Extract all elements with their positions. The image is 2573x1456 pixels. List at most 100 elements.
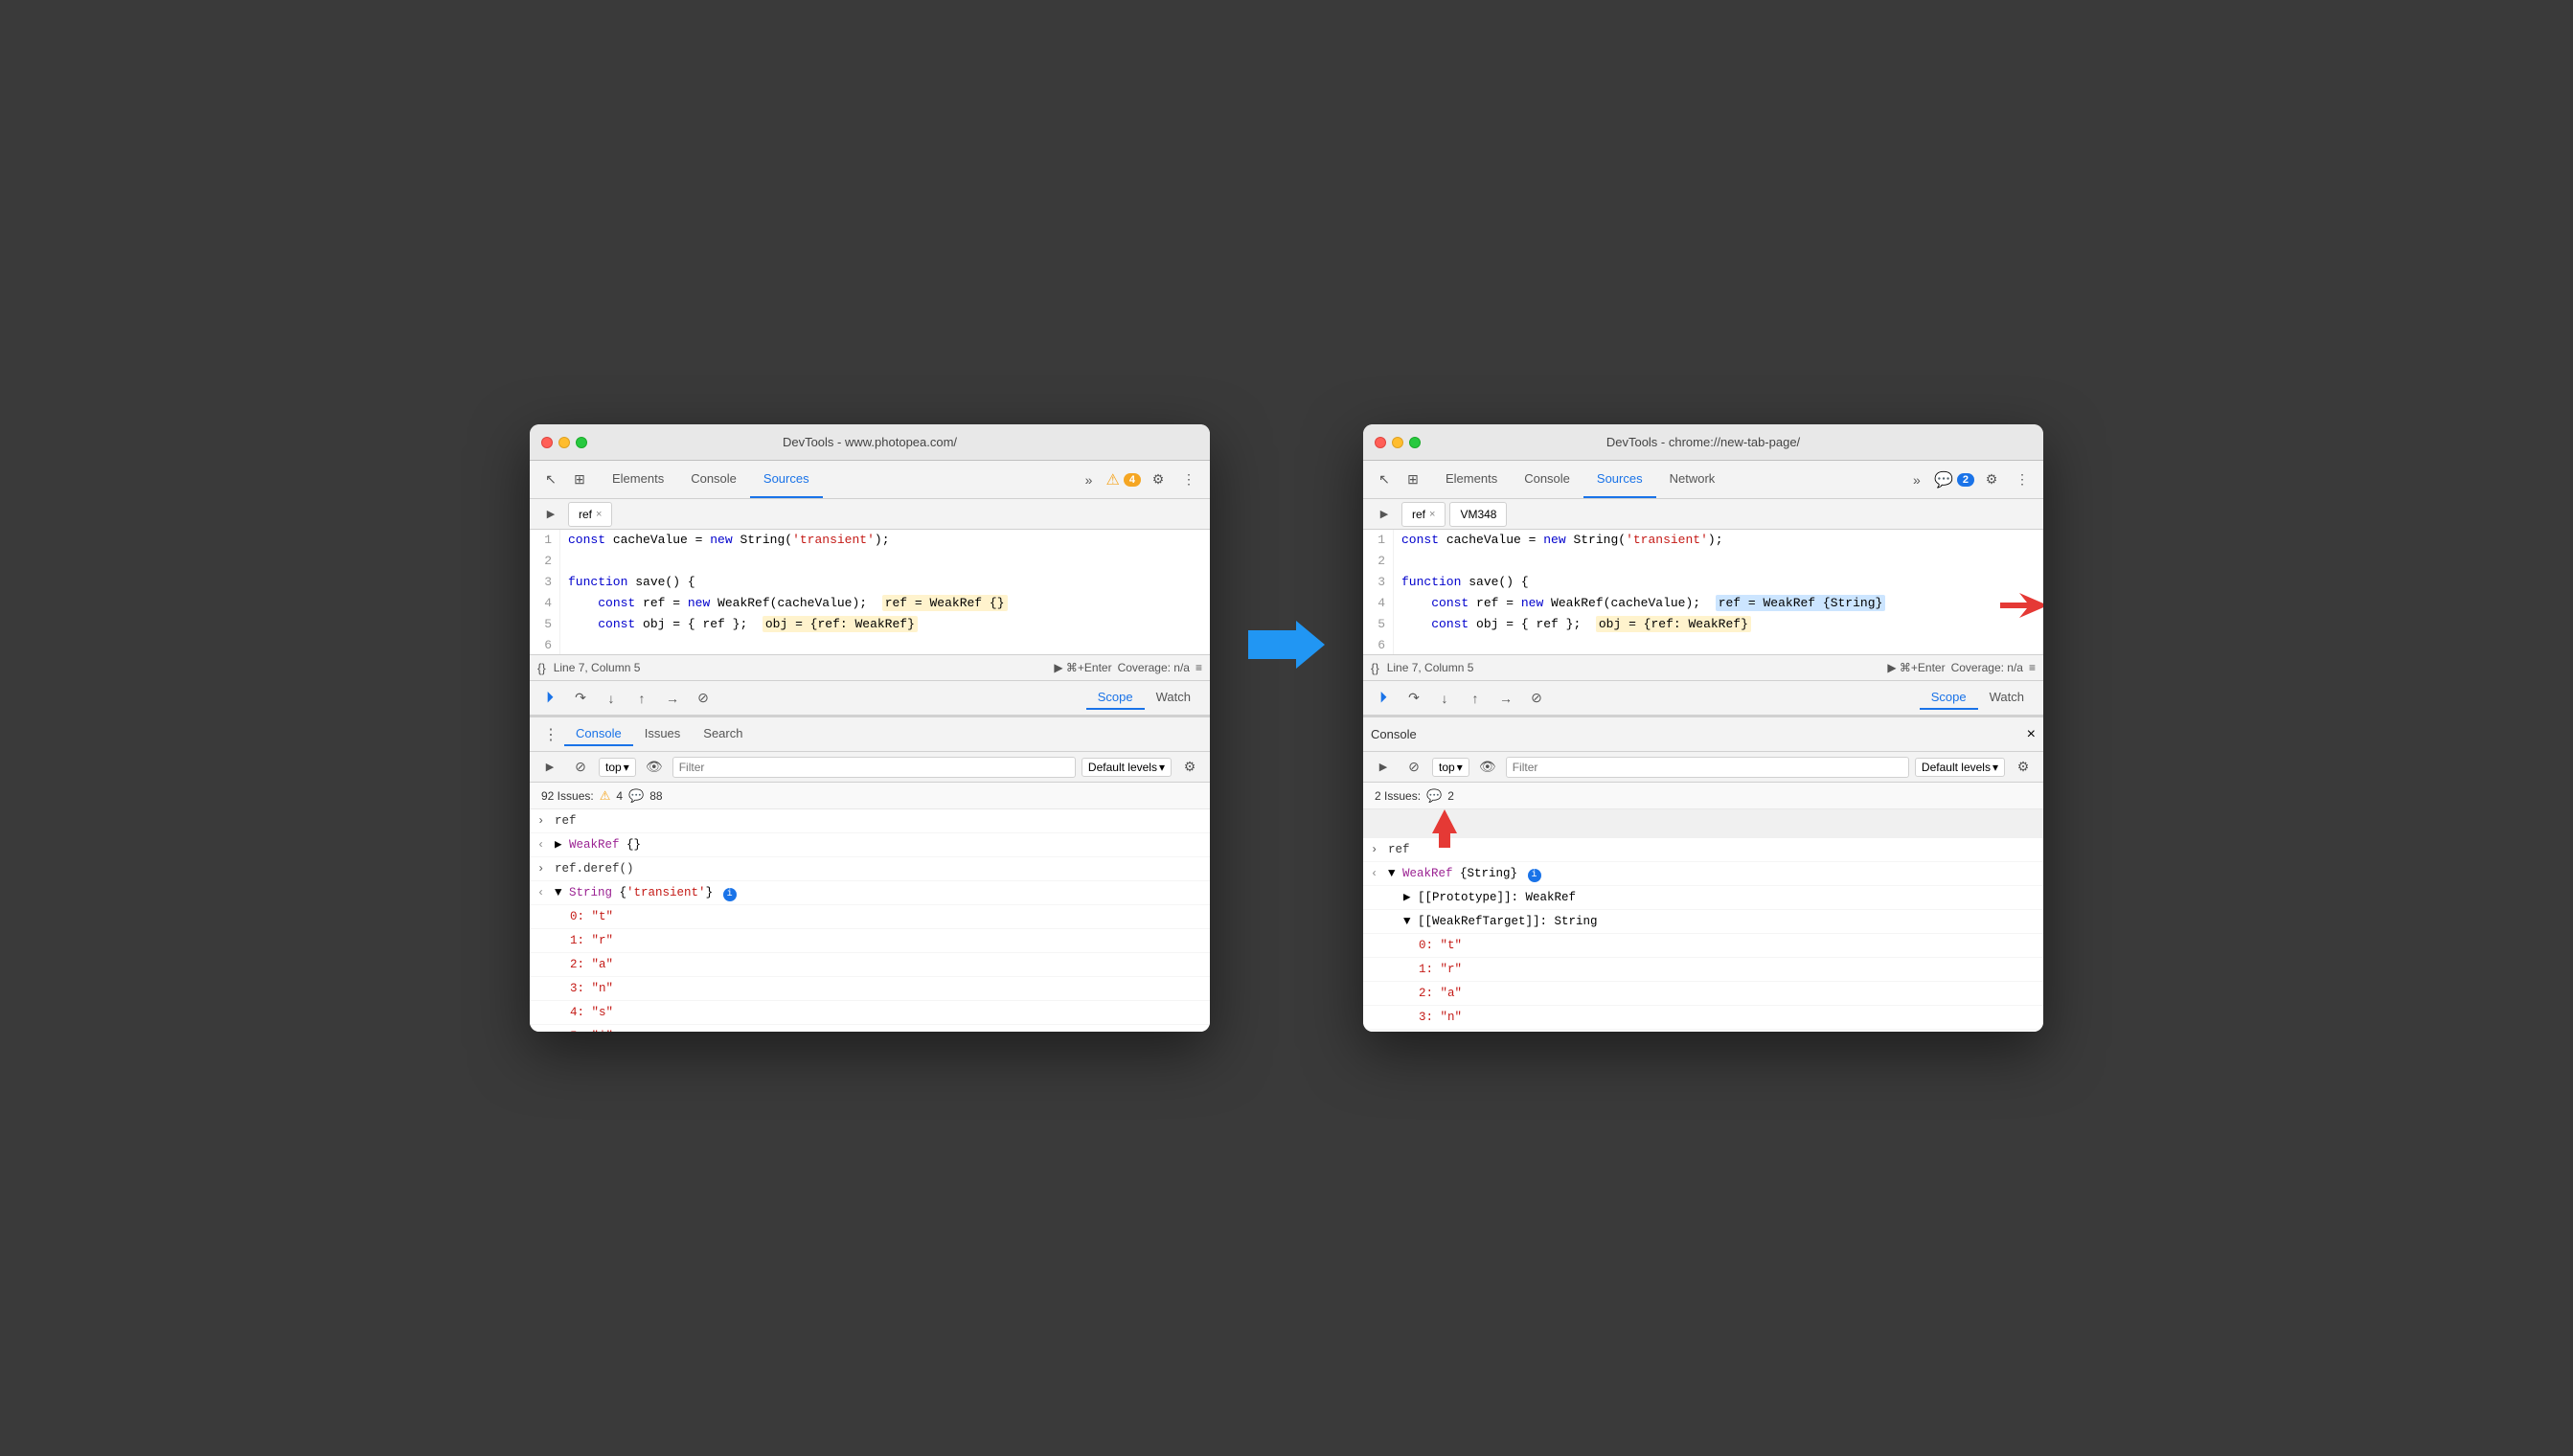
right-console-close[interactable]: × bbox=[2027, 726, 2036, 743]
right-minimize-button[interactable] bbox=[1392, 437, 1403, 448]
right-toolbar-tabs: Elements Console Sources Network bbox=[1432, 461, 1728, 498]
left-cursor-icon[interactable]: ↖ bbox=[537, 466, 564, 493]
left-close-button[interactable] bbox=[541, 437, 553, 448]
right-watch-tab[interactable]: Watch bbox=[1978, 686, 2036, 710]
right-run-icon[interactable]: ▶ bbox=[1371, 501, 1398, 528]
left-step-out-btn[interactable]: ↑ bbox=[629, 686, 654, 711]
left-console-line-2: ‹ ▶ WeakRef {} bbox=[530, 833, 1210, 857]
left-maximize-button[interactable] bbox=[576, 437, 587, 448]
right-console-clear-btn[interactable]: ⊘ bbox=[1401, 755, 1426, 780]
left-console-gear-btn[interactable]: ⚙ bbox=[1177, 755, 1202, 780]
tab-console-right[interactable]: Console bbox=[1511, 461, 1583, 498]
left-console-toolbar: ▶ ⊘ top ▾ 👁 Default levels ▾ ⚙ bbox=[530, 752, 1210, 783]
left-devtools-window: DevTools - www.photopea.com/ ↖ ⊞ Element… bbox=[530, 424, 1210, 1032]
left-badge-warning: 4 bbox=[1124, 473, 1141, 487]
left-scope-tab[interactable]: Scope bbox=[1086, 686, 1145, 710]
code-line-2-left: 2 bbox=[530, 551, 1210, 572]
left-file-tab-ref[interactable]: ref × bbox=[568, 502, 612, 527]
right-step-out-btn[interactable]: ↑ bbox=[1463, 686, 1488, 711]
left-run-icon[interactable]: ▶ bbox=[537, 501, 564, 528]
right-run-btn[interactable]: ▶ ⌘+Enter bbox=[1887, 661, 1945, 674]
left-console-line-5: 0: "t" bbox=[530, 905, 1210, 929]
right-file-tab-ref[interactable]: ref × bbox=[1401, 502, 1446, 527]
right-more-tabs-icon[interactable]: » bbox=[1903, 466, 1930, 493]
left-issues-bar: 92 Issues: ⚠ 4 💬 88 bbox=[530, 783, 1210, 809]
right-maximize-button[interactable] bbox=[1409, 437, 1421, 448]
right-debug-tabs: Scope Watch bbox=[1920, 686, 2036, 710]
right-eye-btn[interactable]: 👁 bbox=[1475, 755, 1500, 780]
left-levels-dropdown[interactable]: Default levels ▾ bbox=[1082, 758, 1172, 777]
right-gear-icon[interactable]: ⚙ bbox=[1978, 466, 2005, 493]
right-close-button[interactable] bbox=[1375, 437, 1386, 448]
left-more-tabs-icon[interactable]: » bbox=[1076, 466, 1103, 493]
left-run-btn[interactable]: ▶ ⌘+Enter bbox=[1054, 661, 1111, 674]
left-step-into-btn[interactable]: ↓ bbox=[599, 686, 624, 711]
right-kebab-icon[interactable]: ⋮ bbox=[2009, 466, 2036, 493]
left-dot-menu[interactable]: ⋮ bbox=[537, 721, 564, 748]
tab-console-left[interactable]: Console bbox=[677, 461, 750, 498]
right-levels-dropdown[interactable]: Default levels ▾ bbox=[1915, 758, 2005, 777]
code-line-5-left: 5 const obj = { ref }; obj = {ref: WeakR… bbox=[530, 614, 1210, 635]
left-filter-input[interactable] bbox=[672, 757, 1076, 778]
right-console-run-btn[interactable]: ▶ bbox=[1371, 755, 1396, 780]
right-issues-bar: 2 Issues: 💬 2 bbox=[1363, 783, 2043, 809]
right-file-tab-close[interactable]: × bbox=[1429, 509, 1435, 520]
left-console-line-8: 3: "n" bbox=[530, 977, 1210, 1001]
left-watch-tab[interactable]: Watch bbox=[1145, 686, 1202, 710]
left-bottom-panel: ⋮ Console Issues Search ▶ ⊘ top ▾ 👁 Defa… bbox=[530, 716, 1210, 1032]
right-code-area: 1 const cacheValue = new String('transie… bbox=[1363, 530, 2043, 654]
tab-sources-right[interactable]: Sources bbox=[1583, 461, 1656, 498]
left-console-tab[interactable]: Console bbox=[564, 722, 633, 746]
right-layers-icon[interactable]: ⊞ bbox=[1400, 466, 1426, 493]
right-title-bar: DevTools - chrome://new-tab-page/ bbox=[1363, 424, 2043, 461]
right-wrap-icon[interactable]: ≡ bbox=[2029, 661, 2036, 674]
right-step-btn[interactable]: → bbox=[1493, 686, 1518, 711]
right-step-over-btn[interactable]: ↷ bbox=[1401, 686, 1426, 711]
right-badge-info: 2 bbox=[1957, 473, 1974, 487]
left-layers-icon[interactable]: ⊞ bbox=[566, 466, 593, 493]
right-scope-tab[interactable]: Scope bbox=[1920, 686, 1978, 710]
right-deactivate-btn[interactable]: ⊘ bbox=[1524, 686, 1549, 711]
right-top-dropdown[interactable]: top ▾ bbox=[1432, 758, 1469, 777]
left-top-dropdown[interactable]: top ▾ bbox=[599, 758, 636, 777]
code-line-3-right: 3 function save() { bbox=[1363, 572, 2043, 593]
right-console-line-2: ‹ ▼ WeakRef {String} i bbox=[1363, 862, 2043, 886]
right-coverage: Coverage: n/a bbox=[1951, 661, 2023, 674]
left-kebab-icon[interactable]: ⋮ bbox=[1175, 466, 1202, 493]
right-console-gear-btn[interactable]: ⚙ bbox=[2011, 755, 2036, 780]
left-file-tab-close[interactable]: × bbox=[596, 509, 602, 520]
right-devtools-toolbar: ↖ ⊞ Elements Console Sources Network » bbox=[1363, 461, 2043, 499]
left-gear-icon[interactable]: ⚙ bbox=[1145, 466, 1172, 493]
tab-network-right[interactable]: Network bbox=[1656, 461, 1729, 498]
right-resume-btn[interactable]: ⏵ bbox=[1371, 686, 1396, 711]
tab-elements-left[interactable]: Elements bbox=[599, 461, 677, 498]
left-window-title: DevTools - www.photopea.com/ bbox=[783, 435, 957, 449]
right-step-into-btn[interactable]: ↓ bbox=[1432, 686, 1457, 711]
left-deactivate-btn[interactable]: ⊘ bbox=[691, 686, 716, 711]
left-console-clear-btn[interactable]: ⊘ bbox=[568, 755, 593, 780]
tab-sources-left[interactable]: Sources bbox=[750, 461, 823, 498]
right-file-tab-vm[interactable]: VM348 bbox=[1449, 502, 1507, 527]
left-eye-btn[interactable]: 👁 bbox=[642, 755, 667, 780]
left-wrap-icon[interactable]: ≡ bbox=[1195, 661, 1202, 674]
right-window-title: DevTools - chrome://new-tab-page/ bbox=[1606, 435, 1800, 449]
tab-elements-right[interactable]: Elements bbox=[1432, 461, 1511, 498]
left-minimize-button[interactable] bbox=[558, 437, 570, 448]
left-toolbar-right: » ⚠ 4 ⚙ ⋮ bbox=[1076, 466, 1202, 493]
left-console-output: › ref ‹ ▶ WeakRef {} › ref.deref() ‹ ▼ S… bbox=[530, 809, 1210, 1032]
right-cursor-icon[interactable]: ↖ bbox=[1371, 466, 1398, 493]
left-console-tabs-row: ⋮ Console Issues Search bbox=[530, 717, 1210, 752]
left-step-over-btn[interactable]: ↷ bbox=[568, 686, 593, 711]
left-step-btn[interactable]: → bbox=[660, 686, 685, 711]
left-issues-tab[interactable]: Issues bbox=[633, 722, 693, 746]
right-console-line-9: 4: "s" bbox=[1363, 1030, 2043, 1032]
right-debugger-toolbar: ⏵ ↷ ↓ ↑ → ⊘ Scope Watch bbox=[1363, 681, 2043, 716]
left-curly-icon: {} bbox=[537, 661, 546, 675]
left-search-tab[interactable]: Search bbox=[692, 722, 754, 746]
left-debugger-toolbar: ⏵ ↷ ↓ ↑ → ⊘ Scope Watch bbox=[530, 681, 1210, 716]
right-console-line-4: ▼ [[WeakRefTarget]]: String bbox=[1363, 910, 2043, 934]
left-console-run-btn[interactable]: ▶ bbox=[537, 755, 562, 780]
right-console-line-8: 3: "n" bbox=[1363, 1006, 2043, 1030]
right-filter-input[interactable] bbox=[1506, 757, 1909, 778]
left-resume-btn[interactable]: ⏵ bbox=[537, 686, 562, 711]
